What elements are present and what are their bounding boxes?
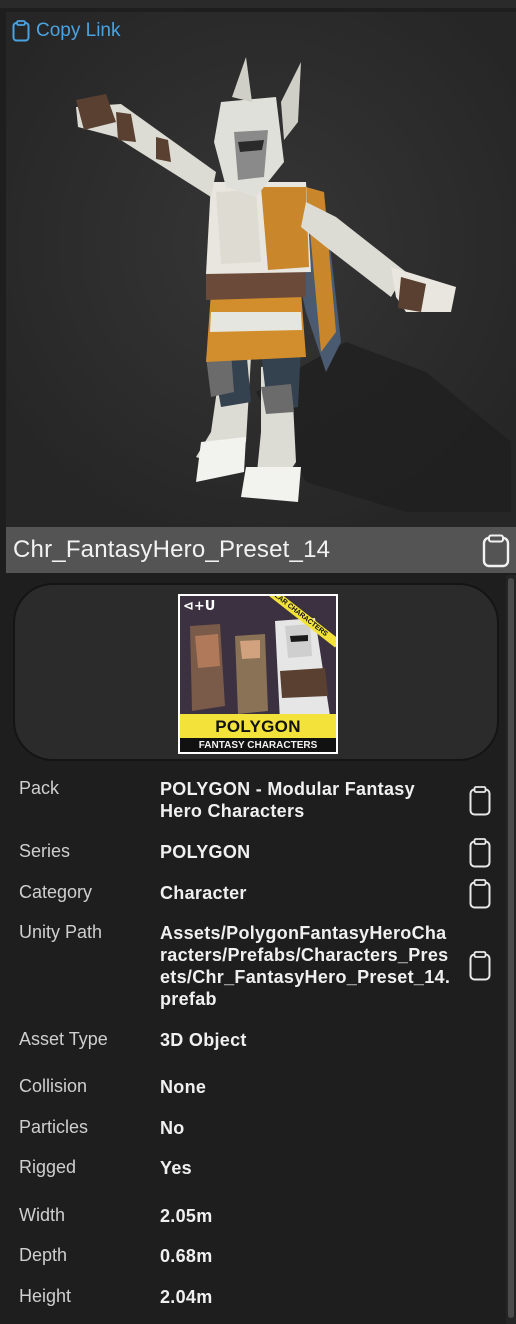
property-key: Depth	[19, 1245, 68, 1265]
property-value: Yes	[160, 1158, 192, 1178]
property-key: Asset Type	[19, 1029, 108, 1049]
property-key: Series	[19, 841, 71, 861]
property-key: Particles	[19, 1117, 89, 1137]
top-bar	[0, 0, 516, 8]
clipboard-icon[interactable]	[469, 951, 491, 981]
property-value: Character	[160, 883, 247, 903]
property-value: 0.68m	[160, 1246, 213, 1266]
cover-subtitle: FANTASY CHARACTERS	[198, 740, 318, 751]
property-value: 2.05m	[160, 1206, 213, 1226]
property-value: POLYGON - Modular Fantasy Hero Character…	[160, 779, 415, 821]
clipboard-icon[interactable]	[469, 838, 491, 868]
property-value: 2.04m	[160, 1287, 213, 1307]
property-value: POLYGON	[160, 842, 251, 862]
property-key: Category	[19, 882, 93, 902]
property-key: Unity Path	[19, 922, 103, 942]
property-value: 3D Object	[160, 1030, 247, 1050]
property-value: No	[160, 1118, 185, 1138]
property-key: Collision	[19, 1076, 88, 1096]
clipboard-icon	[12, 20, 30, 42]
scrollbar-thumb[interactable]	[508, 578, 514, 1318]
asset-title: Chr_FantasyHero_Preset_14	[13, 536, 331, 563]
asset-title-bar: Chr_FantasyHero_Preset_14	[6, 527, 516, 573]
character-model-render	[6, 12, 516, 527]
property-key: Rigged	[19, 1157, 77, 1177]
cover-title: POLYGON	[215, 717, 301, 736]
property-value: None	[160, 1077, 207, 1097]
property-value: Assets/PolygonFantasyHeroCharacters/Pref…	[160, 923, 451, 1009]
clipboard-icon[interactable]	[482, 534, 510, 568]
pack-cover-image[interactable]: ⊲+U MODULAR CHARACTERS POLYGON FANTASY C…	[178, 594, 338, 754]
property-key: Width	[19, 1205, 66, 1225]
model-preview-viewport[interactable]: Copy Link	[6, 12, 516, 527]
engine-logos: ⊲+U	[183, 599, 216, 614]
property-key: Height	[19, 1286, 72, 1306]
property-key: Pack	[19, 778, 60, 798]
copy-link-label: Copy Link	[36, 20, 121, 41]
copy-link-button[interactable]: Copy Link	[12, 20, 121, 42]
clipboard-icon[interactable]	[469, 879, 491, 909]
pack-thumbnail-card: ⊲+U MODULAR CHARACTERS POLYGON FANTASY C…	[13, 583, 499, 761]
clipboard-icon[interactable]	[469, 786, 491, 816]
